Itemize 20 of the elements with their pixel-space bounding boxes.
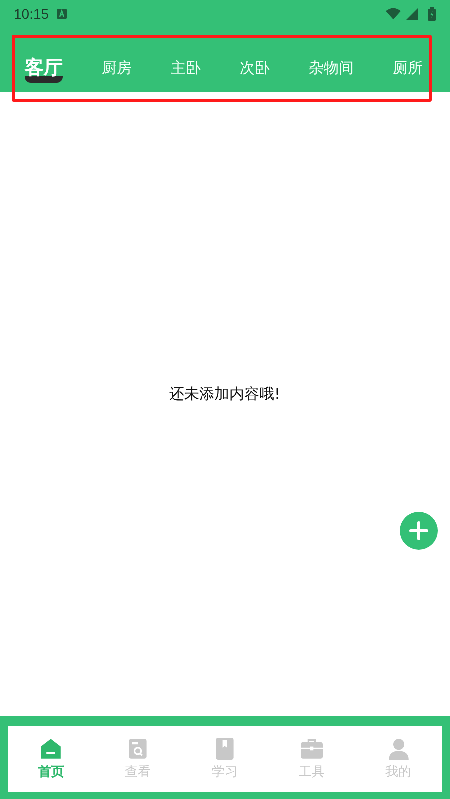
search-icon [127, 738, 150, 760]
empty-message: 还未添加内容哦! [169, 384, 280, 404]
battery-icon [428, 7, 436, 21]
room-tab[interactable]: 杂物间 [309, 59, 354, 78]
nav-item[interactable]: 首页 [30, 738, 72, 780]
plus-icon [409, 521, 429, 541]
status-time: 10:15 [14, 6, 50, 22]
person-icon [388, 738, 410, 760]
room-tab[interactable]: 客厅 [25, 54, 63, 82]
signal-icon [405, 8, 420, 20]
book-icon [214, 738, 236, 760]
room-tab[interactable]: 主卧 [171, 59, 201, 78]
add-button[interactable] [400, 512, 438, 550]
room-tab[interactable]: 次卧 [240, 59, 270, 78]
notification-icon [57, 9, 68, 19]
room-tab[interactable]: 厨房 [102, 59, 132, 78]
toolbox-icon [300, 738, 323, 760]
wifi-icon [386, 8, 401, 20]
house-icon [40, 738, 62, 760]
room-tab[interactable]: 厕所 [393, 59, 423, 78]
